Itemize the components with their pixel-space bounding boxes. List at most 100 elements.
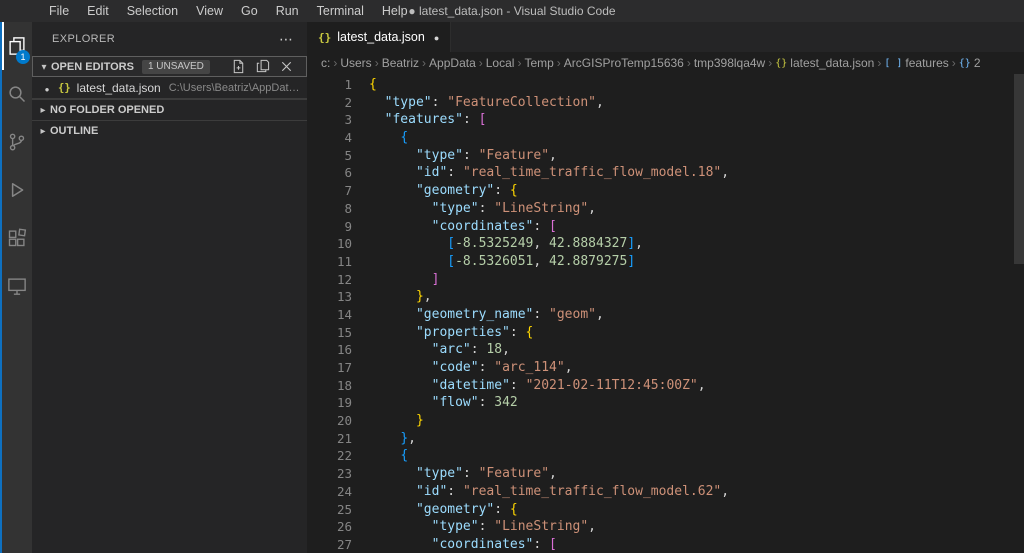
open-editors-section-header[interactable]: OPEN EDITORS 1 UNSAVED [32,56,307,77]
code-line-content: { [369,77,377,92]
menu-item-file[interactable]: File [40,0,78,22]
code-line[interactable]: 24 "id": "real_time_traffic_flow_model.6… [307,483,1024,501]
code-line-content: "geometry": { [415,501,518,517]
breadcrumb-label: Beatriz [381,56,420,70]
line-number: 15 [336,324,352,340]
chevron-right-icon: › [517,56,522,70]
code-line-content: "coordinates": [ [431,536,557,552]
more-actions-icon[interactable] [279,34,293,44]
chevron-right-icon: › [478,56,483,70]
menu-item-go[interactable]: Go [232,0,267,22]
code-line[interactable]: 1{ [307,76,1024,94]
activity-source-control[interactable] [2,118,32,166]
code-line[interactable]: 12 ] [307,271,1024,289]
code-line[interactable]: 27 "coordinates": [ [307,536,1024,553]
code-line[interactable]: 22 { [307,447,1024,465]
open-editor-item[interactable]: {} latest_data.json C:\Users\Beatriz\App… [32,77,307,99]
code-area[interactable]: 1{2 "type": "FeatureCollection", 3 "featu… [307,74,1024,553]
menu-item-run[interactable]: Run [267,0,308,22]
chevron-right-icon [36,104,50,116]
code-line[interactable]: 20 } [307,412,1024,430]
code-line[interactable]: 19 "flow": 342 [307,394,1024,412]
chevron-right-icon: › [768,56,773,70]
code-line[interactable]: 5 "type": "Feature", [307,147,1024,165]
line-number: 16 [336,342,352,358]
save-all-icon[interactable] [255,59,270,74]
breadcrumb-item[interactable]: {} 2 [959,56,981,70]
breadcrumb-item[interactable]: tmp398lqa4w [694,56,765,70]
line-number: 25 [336,501,352,517]
menu-item-terminal[interactable]: Terminal [308,0,373,22]
code-line-content: "id": "real_time_traffic_flow_model.18", [415,165,730,181]
code-line[interactable]: 2 "type": "FeatureCollection", [307,94,1024,112]
breadcrumbs: c: › Users › Beatriz › AppData › Local › Temp › ArcG… [307,52,1024,74]
breadcrumb-item[interactable]: c: [321,56,330,70]
line-number: 3 [344,112,352,128]
code-line[interactable]: 18 "datetime": "2021-02-11T12:45:00Z", [307,377,1024,395]
activity-extensions[interactable] [2,214,32,262]
breadcrumb-item[interactable]: {} latest_data.json [775,56,874,70]
activity-search[interactable] [2,70,32,118]
breadcrumb-label: latest_data.json [790,56,875,70]
code-line-content: [-8.5326051, 42.8879275] [447,253,636,269]
source-control-icon [9,133,25,151]
code-line[interactable]: 8 "type": "LineString", [307,200,1024,218]
chevron-right-icon: › [333,56,338,70]
code-line[interactable]: 23 "type": "Feature", [307,465,1024,483]
code-line-content: }, [400,430,416,446]
breadcrumb-label: tmp398lqa4w [693,56,766,70]
breadcrumb-item[interactable]: Beatriz [382,56,419,70]
line-number: 2 [344,94,352,110]
breadcrumb-label: Users [340,56,372,70]
breadcrumb-item[interactable]: Local [486,56,515,70]
scrollbar-thumb[interactable] [1014,74,1024,264]
new-file-icon[interactable] [231,59,246,74]
code-line-content: "flow": 342 [431,395,518,411]
code-line[interactable]: 14 "geometry_name": "geom", [307,306,1024,324]
no-folder-section-header[interactable]: NO FOLDER OPENED [32,99,307,120]
menu-item-edit[interactable]: Edit [78,0,118,22]
code-line[interactable]: 10 [-8.5325249, 42.8884327], [307,235,1024,253]
tab-latest-data-json[interactable]: {} latest_data.json [307,22,452,52]
code-line[interactable]: 15 "properties": { [307,324,1024,342]
code-line[interactable]: 26 "type": "LineString", [307,518,1024,536]
editor-scrollbar[interactable] [1014,74,1024,553]
explorer-badge: 1 [16,50,30,64]
json-file-icon: {} [775,57,788,69]
run-debug-icon [11,183,24,197]
line-number: 21 [336,430,352,446]
activity-explorer[interactable]: 1 [2,22,32,70]
line-number: 17 [336,360,352,375]
code-line-content: "features": [ [384,112,487,128]
chevron-right-icon: › [374,56,379,70]
code-line[interactable]: 17 "code": "arc_114", [307,359,1024,377]
code-line[interactable]: 9 "coordinates": [ [307,218,1024,236]
code-line[interactable]: 13 }, [307,288,1024,306]
code-line[interactable]: 6 "id": "real_time_traffic_flow_model.18… [307,164,1024,182]
extensions-icon [8,228,27,247]
breadcrumb-label: Temp [524,56,554,70]
tab-label: latest_data.json [337,30,425,44]
activity-run-debug[interactable] [2,166,32,214]
modified-dot-icon[interactable] [434,30,439,44]
code-line[interactable]: 3 "features": [ [307,111,1024,129]
breadcrumb-label: c: [321,56,331,70]
code-line-content: "properties": { [415,324,534,340]
code-line[interactable]: 4 { [307,129,1024,147]
menu-item-selection[interactable]: Selection [118,0,187,22]
code-line[interactable]: 16 "arc": 18, [307,341,1024,359]
code-line[interactable]: 7 "geometry": { [307,182,1024,200]
code-line[interactable]: 25 "geometry": { [307,501,1024,519]
breadcrumb-item[interactable]: Temp [524,56,553,70]
breadcrumb-item[interactable]: ArcGISProTemp15636 [564,56,684,70]
code-line[interactable]: 11 [-8.5326051, 42.8879275] [307,253,1024,271]
code-line[interactable]: 21 }, [307,430,1024,448]
outline-section-header[interactable]: OUTLINE [32,120,307,141]
activity-remote-explorer[interactable] [2,262,32,310]
breadcrumb-item[interactable]: [ ] features [884,56,948,70]
close-all-editors-icon[interactable] [279,59,294,74]
menu-item-view[interactable]: View [187,0,232,22]
no-folder-label: NO FOLDER OPENED [50,104,165,116]
breadcrumb-item[interactable]: Users [340,56,371,70]
breadcrumb-item[interactable]: AppData [429,56,476,70]
